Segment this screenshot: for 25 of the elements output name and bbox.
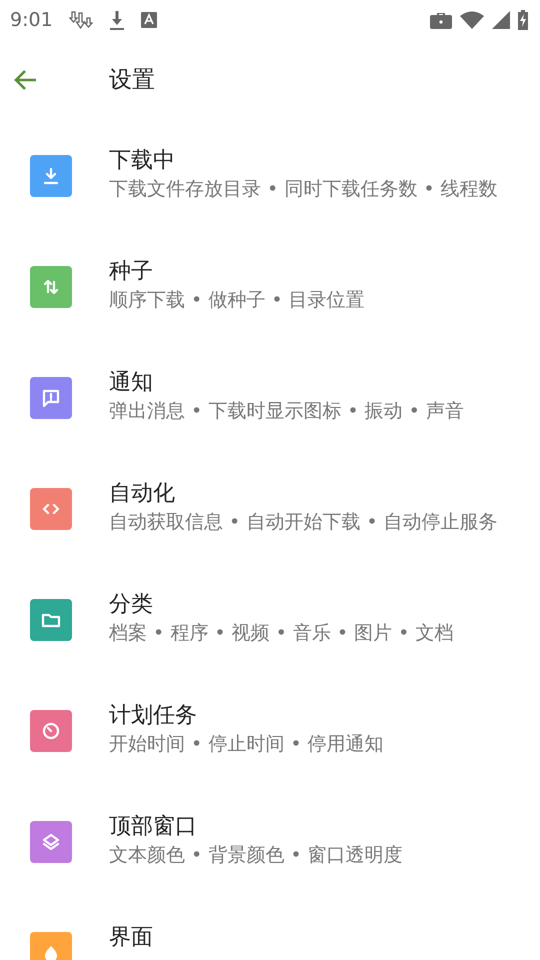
setting-title[interactable]: 计划任务 xyxy=(109,702,514,730)
battery-icon xyxy=(518,10,528,30)
setting-summary: 弹出消息 • 下载时显示图标 • 振动 • 声音 xyxy=(109,398,465,424)
download-icon xyxy=(108,10,125,30)
status-time: 9:01 xyxy=(10,8,53,33)
wifi-icon xyxy=(460,11,484,29)
keyboard-letter-icon xyxy=(140,12,157,28)
setting-summary: 自动获取信息 • 自动开始下载 • 自动停止服务 xyxy=(109,510,499,534)
setting-title[interactable]: 分类 xyxy=(109,590,514,618)
setting-summary: 开始时间 • 停止时间 • 停用通知 xyxy=(109,732,385,756)
setting-title[interactable]: 种子 xyxy=(109,258,514,286)
download-arrows-icon xyxy=(68,10,93,30)
signal-icon xyxy=(492,11,510,29)
setting-title[interactable]: 通知 xyxy=(109,368,514,396)
back-arrow-icon xyxy=(12,68,38,92)
setting-title[interactable]: 顶部窗口 xyxy=(109,812,514,840)
briefcase-icon xyxy=(430,11,452,29)
setting-title[interactable]: 界面 xyxy=(109,924,153,952)
setting-title[interactable]: 下载中 xyxy=(109,146,514,174)
setting-summary: 档案 • 程序 • 视频 • 音乐 • 图片 • 文档 xyxy=(109,620,454,646)
setting-summary: 文本颜色 • 背景颜色 • 窗口透明度 xyxy=(109,842,404,868)
screen-title: 设置 xyxy=(109,66,155,95)
setting-title[interactable]: 自动化 xyxy=(109,480,514,508)
setting-summary: 顺序下载 • 做种子 • 目录位置 xyxy=(109,288,366,312)
setting-summary: 下载文件存放目录 • 同时下载任务数 • 线程数 xyxy=(109,176,499,202)
